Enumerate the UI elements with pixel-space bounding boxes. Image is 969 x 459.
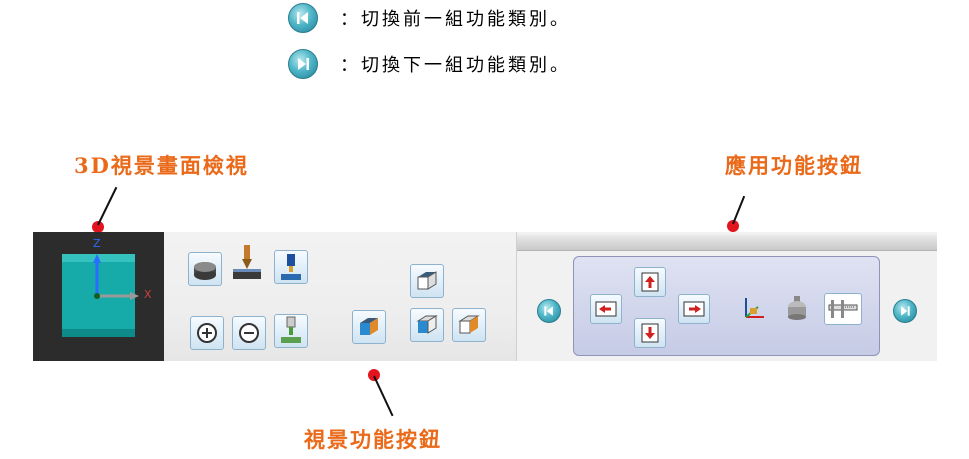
coordinate-axes-icon (745, 298, 764, 318)
legend-next-text: ：切換下一組功能類別。 (340, 55, 571, 76)
legend-prev-row: ：切換前一組功能類別。 (288, 3, 571, 33)
caliper-button[interactable] (824, 293, 862, 325)
view-buttons-annotation: 視景功能按鈕 (304, 427, 442, 452)
coordinate-axes-button[interactable] (736, 291, 770, 325)
app-buttons-annotation: 應用功能按鈕 (725, 153, 863, 178)
next-group-button[interactable] (893, 299, 917, 323)
app-button-group (573, 256, 880, 356)
3d-viewport[interactable]: Z X (33, 232, 164, 361)
skip-next-icon (288, 49, 318, 79)
tool-offset-view-icon (281, 316, 301, 343)
front-cube-icon (416, 315, 438, 334)
axis-x-label: X (144, 288, 152, 301)
skip-previous-icon (544, 306, 553, 316)
skip-previous-icon (288, 3, 318, 33)
move-up-button[interactable] (634, 267, 666, 297)
axis-z-label: Z (93, 237, 101, 250)
zoom-out-button[interactable] (232, 316, 266, 350)
app-panel-header-bar (517, 235, 937, 251)
move-down-button[interactable] (634, 318, 666, 348)
tool-offset-view-button[interactable] (274, 314, 308, 348)
move-up-icon (641, 272, 659, 292)
viewport-annotation: 3D視景畫面檢視 (74, 153, 249, 178)
move-right-button[interactable] (678, 294, 710, 324)
app-buttons-panel (516, 232, 937, 361)
move-left-icon (595, 301, 617, 317)
right-cube-icon (458, 315, 480, 334)
tool-part-view-icon (194, 262, 216, 280)
move-left-button[interactable] (590, 294, 622, 324)
spindle-view-button[interactable] (230, 245, 264, 280)
isometric-view-button[interactable] (410, 264, 444, 298)
legend-next-row: ：切換下一組功能類別。 (288, 49, 571, 79)
tool-holder-view-icon (281, 254, 301, 280)
skip-next-icon (901, 306, 910, 316)
part-view-button[interactable] (188, 252, 222, 286)
probe-button[interactable] (780, 291, 814, 325)
right-view-button[interactable] (452, 308, 486, 342)
holder-view-button[interactable] (274, 250, 308, 284)
legend-prev-text: ：切換前一組功能類別。 (340, 9, 571, 30)
move-right-icon (683, 301, 705, 317)
default-view-button[interactable] (352, 310, 386, 344)
zoom-in-button[interactable] (190, 316, 224, 350)
prev-group-button[interactable] (537, 299, 561, 323)
top-cube-icon (360, 318, 378, 335)
caliper-icon (828, 300, 858, 318)
app-buttons-pointer-line (732, 195, 746, 225)
front-view-button[interactable] (410, 308, 444, 342)
tool-spindle-view-icon (233, 245, 261, 279)
isometric-cube-icon (417, 271, 437, 290)
probe-icon (788, 296, 806, 320)
move-down-icon (641, 323, 659, 343)
view-buttons-pointer-line (373, 375, 394, 417)
view-buttons-panel (164, 232, 516, 361)
zoom-out-icon (239, 323, 259, 343)
viewport-pointer-line (97, 186, 118, 226)
zoom-in-icon (197, 323, 217, 343)
